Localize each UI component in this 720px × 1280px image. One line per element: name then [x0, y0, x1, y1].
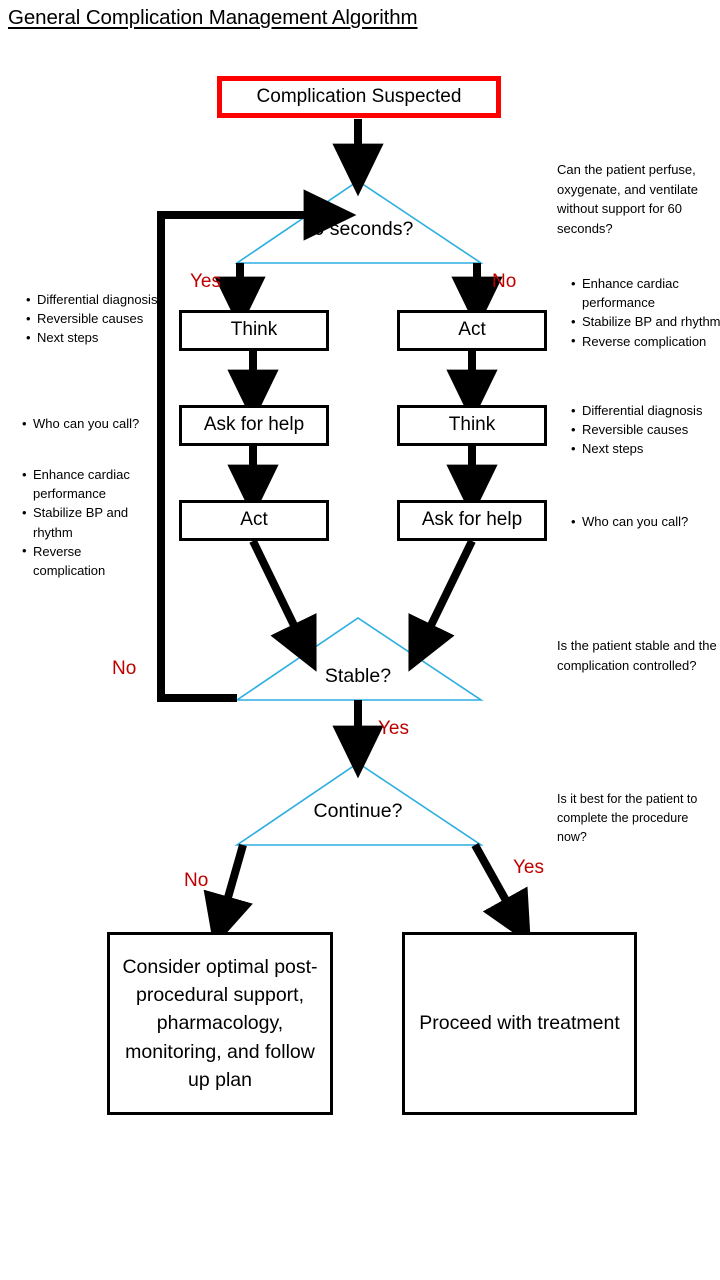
list-item: Next steps	[571, 439, 717, 458]
decision-label-continue: Continue?	[313, 800, 403, 822]
annotation-right-help-bullets: Who can you call?	[557, 511, 717, 531]
edge-label-continue-no: No	[184, 870, 209, 891]
bullet-list: Enhance cardiac performance Stabilize BP…	[8, 464, 148, 580]
list-item: Differential diagnosis	[26, 289, 162, 309]
list-item: Who can you call?	[22, 413, 163, 433]
list-item: Enhance cardiac performance	[22, 464, 148, 503]
annotation-continue-question: Is it best for the patient to complete t…	[557, 792, 698, 844]
node-complication-suspected[interactable]: Complication Suspected	[217, 76, 501, 118]
node-left-act[interactable]: Act	[179, 500, 329, 541]
list-item: Reversible causes	[571, 420, 717, 439]
annotation-60-seconds-question: Can the patient perfuse, oxygenate, and …	[557, 162, 698, 236]
list-item: Next steps	[26, 328, 162, 347]
bullet-list: Differential diagnosis Reversible causes…	[12, 289, 162, 348]
annotation-stable-question: Is the patient stable and the complicati…	[557, 638, 717, 673]
bullet-list: Enhance cardiac performance Stabilize BP…	[557, 273, 720, 351]
node-consider-optimal-support[interactable]: Consider optimal post-procedural support…	[107, 932, 333, 1115]
list-item: Who can you call?	[571, 511, 717, 531]
annotation-right-act-bullets: Enhance cardiac performance Stabilize BP…	[557, 273, 720, 351]
edge-label-stable-yes: Yes	[378, 718, 409, 739]
list-item: Differential diagnosis	[571, 400, 717, 420]
decision-label-stable: Stable?	[324, 665, 392, 687]
bullet-list: Who can you call?	[557, 511, 717, 531]
edge-label-60-seconds-yes: Yes	[190, 271, 221, 292]
annotation-left-act-bullets: Enhance cardiac performance Stabilize BP…	[8, 464, 148, 580]
edge-label-stable-no: No	[112, 658, 137, 679]
decision-label-60-seconds: 60 seconds?	[302, 218, 414, 240]
bullet-list: Differential diagnosis Reversible causes…	[557, 400, 717, 459]
node-right-think[interactable]: Think	[397, 405, 547, 446]
list-item: Stabilize BP and rhythm	[22, 503, 148, 541]
annotation-right-think-bullets: Differential diagnosis Reversible causes…	[557, 400, 717, 459]
edge-label-60-seconds-no: No	[492, 271, 517, 292]
annotation-left-help-bullets: Who can you call?	[8, 413, 163, 433]
list-item: Reverse complication	[22, 541, 148, 580]
node-right-ask-for-help[interactable]: Ask for help	[397, 500, 547, 541]
list-item: Reversible causes	[26, 309, 162, 328]
edge-label-continue-yes: Yes	[513, 857, 544, 878]
annotation-left-think-bullets: Differential diagnosis Reversible causes…	[12, 289, 162, 348]
list-item: Enhance cardiac performance	[571, 273, 720, 312]
node-left-ask-for-help[interactable]: Ask for help	[179, 405, 329, 446]
list-item: Stabilize BP and rhythm	[571, 312, 720, 331]
bullet-list: Who can you call?	[8, 413, 163, 433]
node-proceed-with-treatment[interactable]: Proceed with treatment	[402, 932, 637, 1115]
page-title: General Complication Management Algorith…	[8, 6, 418, 29]
node-left-think[interactable]: Think	[179, 310, 329, 351]
list-item: Reverse complication	[571, 331, 720, 351]
node-right-act[interactable]: Act	[397, 310, 547, 351]
